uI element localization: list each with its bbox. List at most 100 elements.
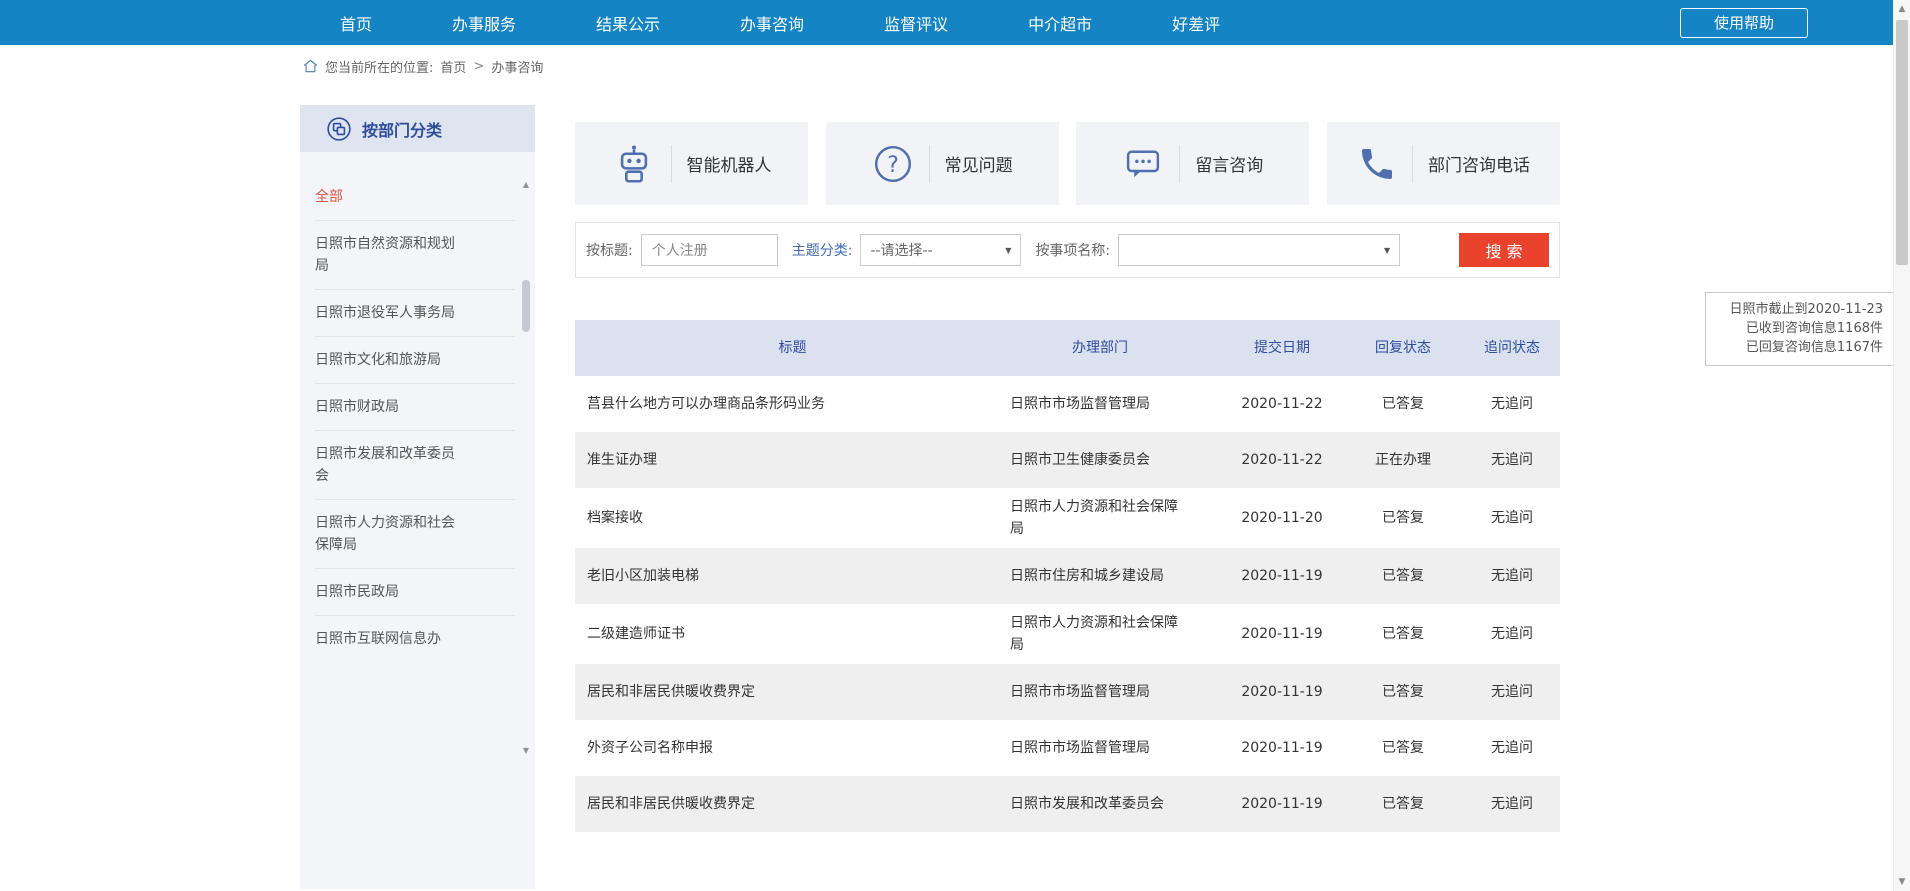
nav-item[interactable]: 好差评 [1172,11,1220,35]
stats-line-3: 已回复咨询信息1167件 [1716,338,1883,357]
scroll-down-icon[interactable]: ▼ [1894,877,1910,887]
chevron-down-icon: ▼ [1384,246,1390,255]
department-label: 日照市退役军人事务局 [315,302,457,324]
table-row[interactable]: 档案接收 日照市人力资源和社会保障局 2020-11-20 已答复 无追问 [575,488,1560,548]
nav-item[interactable]: 中介超市 [1028,11,1092,35]
tab-smart-robot[interactable]: 智能机器人 [575,122,808,205]
question-icon: ? [872,143,914,185]
divider [929,145,930,183]
cell-reply-status: 已答复 [1342,785,1464,823]
col-header-title: 标题 [575,329,1010,367]
cell-followup-status: 无追问 [1464,615,1560,653]
tab-label: 常见问题 [945,151,1013,176]
sidebar-department-item[interactable]: 日照市互联网信息办 [315,616,515,662]
cell-submit-date: 2020-11-20 [1222,499,1342,537]
sidebar-department-item[interactable]: 日照市民政局 [315,569,515,616]
category-select[interactable]: --请选择-- ▼ [860,234,1021,266]
nav-menu: 首页 办事服务 结果公示 办事咨询 监督评议 中介超市 好差评 [0,0,1910,45]
department-label: 日照市民政局 [315,581,457,603]
help-button[interactable]: 使用帮助 [1680,8,1808,38]
sidebar-department-item[interactable]: 日照市自然资源和规划局 [315,221,515,290]
search-button[interactable]: 搜 索 [1459,233,1549,267]
sidebar-scroll-thumb[interactable] [522,280,530,332]
nav-item[interactable]: 办事咨询 [740,11,804,35]
phone-icon [1357,144,1397,184]
tab-leave-message[interactable]: 留言咨询 [1076,122,1309,205]
table-row[interactable]: 二级建造师证书 日照市人力资源和社会保障局 2020-11-19 已答复 无追问 [575,604,1560,664]
sidebar-department-item[interactable]: 日照市文化和旅游局 [315,337,515,384]
sidebar-department-item[interactable]: 日照市人力资源和社会保障局 [315,500,515,569]
col-header-reply: 回复状态 [1342,329,1464,367]
breadcrumb-separator: > [473,59,484,74]
cell-followup-status: 无追问 [1464,499,1560,537]
sidebar-department-item[interactable]: 日照市财政局 [315,384,515,431]
cell-submit-date: 2020-11-22 [1222,385,1342,423]
consultation-stats-box: 日照市截止到2020-11-23 已收到咨询信息1168件 已回复咨询信息116… [1705,292,1894,366]
cell-reply-status: 已答复 [1342,673,1464,711]
consult-channel-tabs: 智能机器人 ? 常见问题 [575,122,1560,205]
top-navbar: 首页 办事服务 结果公示 办事咨询 监督评议 中介超市 好差评 使用帮助 [0,0,1910,45]
sidebar-department-item[interactable]: 日照市发展和改革委员会 [315,431,515,500]
nav-item[interactable]: 监督评议 [884,11,948,35]
breadcrumb-prefix: 您当前所在的位置: [325,57,433,76]
department-label: 日照市财政局 [315,396,457,418]
stats-line-1: 日照市截止到2020-11-23 [1716,300,1883,319]
tab-label: 留言咨询 [1195,151,1263,176]
divider [1179,145,1180,183]
cell-title[interactable]: 老旧小区加装电梯 [575,557,1010,595]
cell-title[interactable]: 档案接收 [575,499,1010,537]
scroll-up-icon[interactable]: ▲ [1894,4,1910,14]
cell-title[interactable]: 居民和非居民供暖收费界定 [575,785,1010,823]
table-row[interactable]: 外资子公司名称申报 日照市市场监督管理局 2020-11-19 已答复 无追问 [575,720,1560,776]
tab-phone-consult[interactable]: 部门咨询电话 [1327,122,1560,205]
cell-title[interactable]: 外资子公司名称申报 [575,729,1010,767]
page: 首页 办事服务 结果公示 办事咨询 监督评议 中介超市 好差评 使用帮助 您当前… [0,0,1910,891]
tab-label: 部门咨询电话 [1428,151,1530,176]
item-name-select[interactable]: ▼ [1118,234,1400,266]
table-row[interactable]: 居民和非居民供暖收费界定 日照市发展和改革委员会 2020-11-19 已答复 … [575,776,1560,832]
cell-department: 日照市市场监督管理局 [1010,385,1222,423]
scroll-down-icon[interactable]: ▼ [520,746,532,755]
cell-reply-status: 已答复 [1342,385,1464,423]
table-row[interactable]: 莒县什么地方可以办理商品条形码业务 日照市市场监督管理局 2020-11-22 … [575,376,1560,432]
cell-title[interactable]: 居民和非居民供暖收费界定 [575,673,1010,711]
nav-item[interactable]: 结果公示 [596,11,660,35]
department-label: 日照市人力资源和社会保障局 [315,512,457,556]
cell-reply-status: 已答复 [1342,729,1464,767]
category-icon [326,116,352,142]
cell-title[interactable]: 莒县什么地方可以办理商品条形码业务 [575,385,1010,423]
cell-followup-status: 无追问 [1464,729,1560,767]
tab-label: 智能机器人 [687,151,772,176]
breadcrumb-current[interactable]: 办事咨询 [491,57,543,76]
table-header-row: 标题 办理部门 提交日期 回复状态 追问状态 [575,320,1560,376]
cell-title[interactable]: 准生证办理 [575,441,1010,479]
sidebar-department-item[interactable]: 日照市退役军人事务局 [315,290,515,337]
breadcrumb-home-link[interactable]: 首页 [440,57,466,76]
category-label: 主题分类: [792,240,853,260]
home-icon [303,59,318,73]
cell-submit-date: 2020-11-19 [1222,729,1342,767]
title-search-label: 按标题: [586,240,633,260]
nav-item[interactable]: 办事服务 [452,11,516,35]
item-name-label: 按事项名称: [1035,240,1110,260]
nav-item[interactable]: 首页 [340,11,372,35]
sidebar-department-item[interactable]: 全部 [315,174,515,221]
table-row[interactable]: 准生证办理 日照市卫生健康委员会 2020-11-22 正在办理 无追问 [575,432,1560,488]
cell-department: 日照市市场监督管理局 [1010,673,1222,711]
table-body: 莒县什么地方可以办理商品条形码业务 日照市市场监督管理局 2020-11-22 … [575,376,1560,832]
col-header-followup: 追问状态 [1464,329,1560,367]
table-row[interactable]: 老旧小区加装电梯 日照市住房和城乡建设局 2020-11-19 已答复 无追问 [575,548,1560,604]
title-search-input[interactable] [641,234,778,266]
table-row[interactable]: 居民和非居民供暖收费界定 日照市市场监督管理局 2020-11-19 已答复 无… [575,664,1560,720]
department-label: 日照市文化和旅游局 [315,349,457,371]
cell-title[interactable]: 二级建造师证书 [575,615,1010,653]
department-label: 全部 [315,186,457,208]
page-scroll-thumb[interactable] [1896,20,1908,265]
cell-department: 日照市人力资源和社会保障局 [1010,488,1222,548]
page-scrollbar[interactable]: ▲ ▼ [1893,0,1910,891]
cell-submit-date: 2020-11-22 [1222,441,1342,479]
sidebar-scrollbar[interactable]: ▲ ▼ [520,180,532,755]
scroll-up-icon[interactable]: ▲ [520,180,532,189]
tab-faq[interactable]: ? 常见问题 [826,122,1059,205]
breadcrumb: 您当前所在的位置: 首页 > 办事咨询 [303,56,543,76]
